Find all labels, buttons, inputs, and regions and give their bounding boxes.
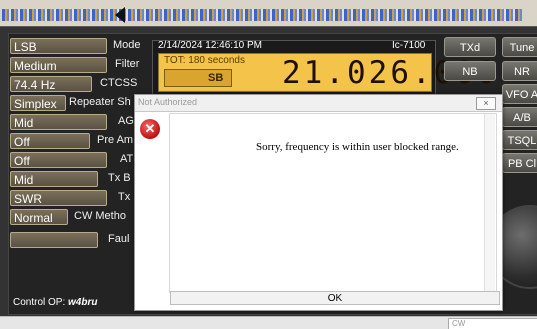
- txd-button[interactable]: TXd: [444, 37, 496, 57]
- agc-label: AG: [118, 115, 134, 127]
- fault-value[interactable]: [10, 232, 98, 248]
- filter-label: Filter: [115, 58, 140, 70]
- triangle-left-icon[interactable]: [115, 7, 125, 23]
- preamp-value[interactable]: Off: [10, 133, 90, 149]
- mode-label: Mode: [113, 39, 141, 51]
- repeater-shift-control[interactable]: Simplex Repeater Sh: [10, 95, 147, 113]
- radio-model-label: Ic-7100: [392, 40, 426, 51]
- fault-label: Faul: [108, 233, 130, 245]
- tx-bandwidth-control[interactable]: Mid Tx B: [10, 171, 147, 189]
- filter-value[interactable]: Medium: [10, 57, 107, 73]
- control-operator: Control OP: w4bru: [13, 297, 97, 308]
- ctcss-label: CTCSS: [100, 77, 138, 89]
- nr-button[interactable]: NR: [502, 61, 537, 81]
- vfo-a-button[interactable]: VFO A: [502, 84, 537, 104]
- ab-button[interactable]: A/B: [502, 107, 537, 127]
- pb-clear-button[interactable]: PB Cl: [502, 153, 537, 173]
- tsql-button[interactable]: TSQL: [502, 130, 537, 150]
- mode-control[interactable]: LSB Mode: [10, 38, 147, 56]
- control-op-label: Control OP:: [13, 297, 66, 308]
- control-op-callsign: w4bru: [68, 297, 98, 308]
- dialog-title: Not Authorized: [138, 97, 198, 107]
- spectrum-ticks: [2, 9, 522, 21]
- not-authorized-dialog: Not Authorized × Sorry, frequency is wit…: [134, 94, 503, 311]
- filter-control[interactable]: Medium Filter: [10, 57, 147, 75]
- datetime-readout: 2/14/2024 12:46:10 PM: [158, 40, 262, 51]
- cw-method-control[interactable]: Normal CW Metho: [10, 209, 147, 227]
- att-control[interactable]: Off AT: [10, 152, 147, 170]
- ctcss-control[interactable]: 74.4 Hz CTCSS: [10, 76, 147, 94]
- close-icon[interactable]: ×: [476, 97, 496, 110]
- tx-meter-value[interactable]: SWR: [10, 190, 107, 206]
- mode-value[interactable]: LSB: [10, 38, 107, 54]
- tx-bandwidth-label: Tx B: [108, 172, 131, 184]
- radio-app-window: LSB Mode Medium Filter 74.4 Hz CTCSS Sim…: [0, 0, 537, 329]
- tx-bandwidth-value[interactable]: Mid: [10, 171, 98, 187]
- agc-control[interactable]: Mid AG: [10, 114, 147, 132]
- spectrum-strip[interactable]: [0, 0, 537, 26]
- error-icon: ✕: [140, 119, 160, 139]
- repeater-shift-label: Repeater Sh: [69, 96, 131, 108]
- tx-meter-control[interactable]: SWR Tx M: [10, 190, 147, 208]
- cw-field[interactable]: CW: [448, 318, 537, 329]
- att-value[interactable]: Off: [10, 152, 107, 168]
- dialog-titlebar[interactable]: Not Authorized ×: [135, 95, 502, 112]
- cw-method-label: CW Metho: [74, 210, 126, 222]
- preamp-label: Pre Am: [97, 134, 134, 146]
- dialog-message-area: Sorry, frequency is within user blocked …: [169, 113, 497, 293]
- cw-method-value[interactable]: Normal: [10, 209, 68, 225]
- agc-value[interactable]: Mid: [10, 114, 107, 130]
- nb-button[interactable]: NB: [444, 61, 496, 81]
- ok-button[interactable]: OK: [170, 291, 500, 305]
- preamp-control[interactable]: Off Pre Am: [10, 133, 147, 151]
- tot-readout: TOT: 180 seconds: [164, 55, 245, 66]
- att-label: AT: [120, 153, 134, 165]
- dialog-message: Sorry, frequency is within user blocked …: [256, 141, 459, 153]
- ctcss-value[interactable]: 74.4 Hz: [10, 76, 92, 92]
- dialog-scrollbar[interactable]: [484, 114, 495, 291]
- repeater-shift-value[interactable]: Simplex: [10, 95, 66, 111]
- sb-label: SB: [208, 72, 224, 84]
- fault-control[interactable]: Faul: [10, 232, 147, 250]
- tune-button[interactable]: Tune: [502, 37, 537, 57]
